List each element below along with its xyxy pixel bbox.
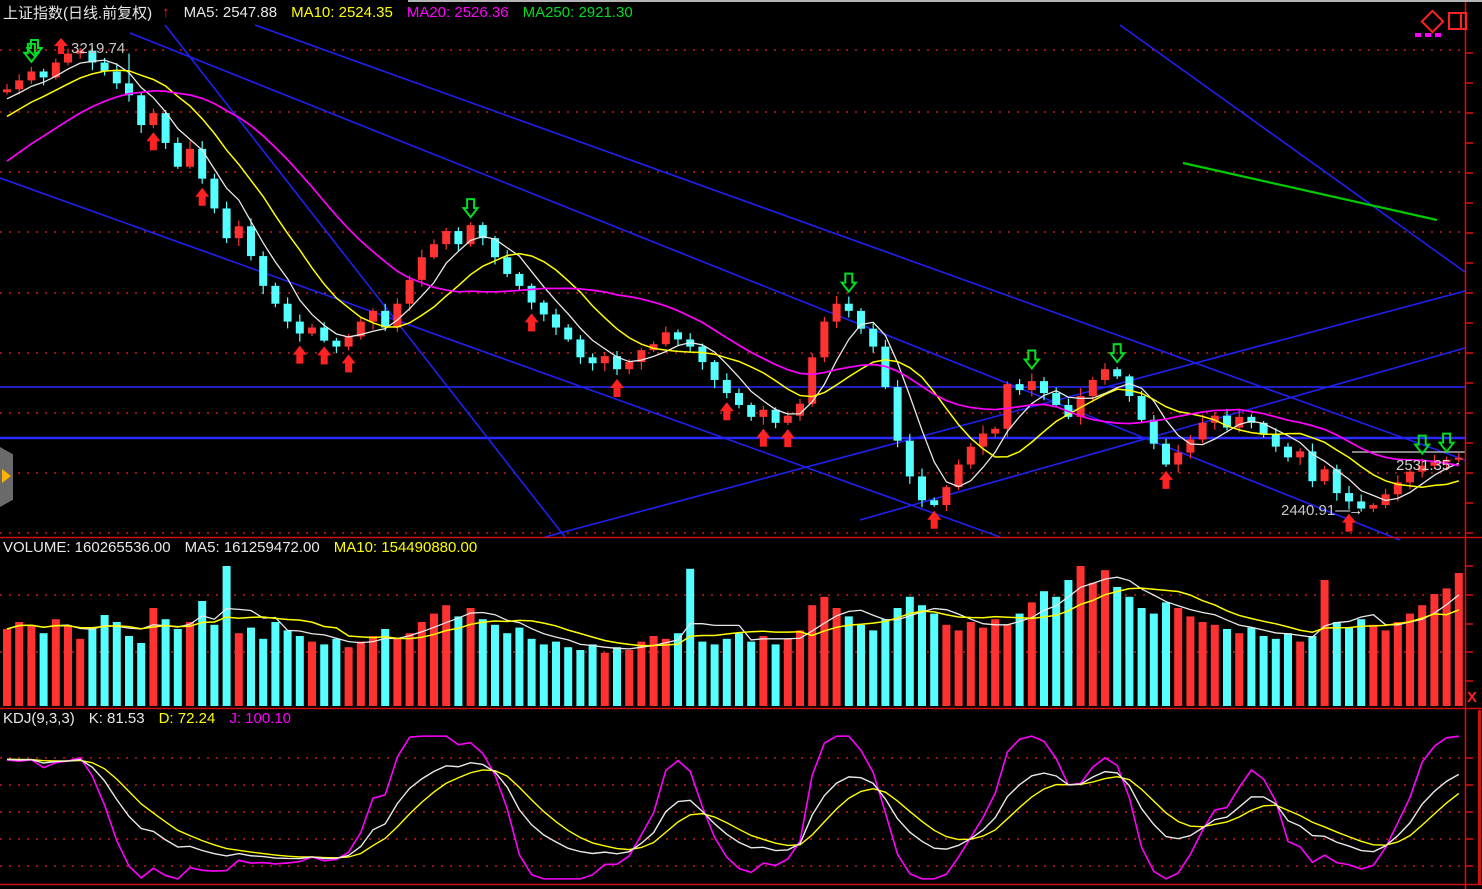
sell-signal-arrow-icon <box>26 39 43 62</box>
volume-header: VOLUME: 160265536.00 MA5: 161259472.00 M… <box>3 539 491 556</box>
peak-price-label: 3219.74 <box>71 40 125 57</box>
grid-layer <box>0 50 1465 866</box>
kdj-j-value: J: 100.10 <box>229 710 291 727</box>
panel-expand-button[interactable] <box>0 447 13 507</box>
trendlines-layer[interactable] <box>0 25 1465 540</box>
volume-layer <box>3 566 1463 706</box>
chart-canvas[interactable] <box>0 0 1482 889</box>
ma250-value: MA250: 2921.30 <box>523 4 633 21</box>
volume-value: VOLUME: 160265536.00 <box>3 539 171 556</box>
low-price-label: 2440.91—→ <box>1281 502 1361 519</box>
window-tool-icon[interactable] <box>1448 12 1467 30</box>
window-split-bar <box>1460 14 1462 28</box>
kdj-d-value: D: 72.24 <box>159 710 216 727</box>
main-chart-header: 上证指数(日线.前复权) ↑ MA5: 2547.88 MA10: 2524.3… <box>3 2 647 23</box>
trend-up-arrow-icon: ↑ <box>162 4 170 21</box>
last-price-label: 2531.35 <box>1396 457 1450 474</box>
moving-averages-layer <box>7 60 1459 500</box>
stock-chart-app: 上证指数(日线.前复权) ↑ MA5: 2547.88 MA10: 2524.3… <box>0 0 1482 889</box>
toolbar-edge-strip <box>408 0 1482 2</box>
ma10-value: MA10: 2524.35 <box>291 4 393 21</box>
ma5-value: MA5: 2547.88 <box>184 4 277 21</box>
kdj-layer <box>7 736 1459 879</box>
low-price-value: 2440.91 <box>1281 502 1335 519</box>
candles-layer <box>3 48 1463 512</box>
volume-ma10-value: MA10: 154490880.00 <box>334 539 477 556</box>
low-price-arrow: —→ <box>1335 502 1361 519</box>
more-dots-icon[interactable] <box>1415 33 1445 37</box>
close-x-icon[interactable]: X <box>1467 689 1477 706</box>
symbol-label: 上证指数(日线.前复权) <box>3 2 152 23</box>
kdj-name-label: KDJ(9,3,3) <box>3 710 75 727</box>
volume-ma5-value: MA5: 161259472.00 <box>185 539 320 556</box>
kdj-k-value: K: 81.53 <box>89 710 145 727</box>
ma20-value: MA20: 2526.36 <box>407 4 509 21</box>
buy-signal-arrow-icon <box>53 37 69 60</box>
kdj-header: KDJ(9,3,3) K: 81.53 D: 72.24 J: 100.10 <box>3 710 305 727</box>
expand-triangle-icon <box>2 469 11 483</box>
